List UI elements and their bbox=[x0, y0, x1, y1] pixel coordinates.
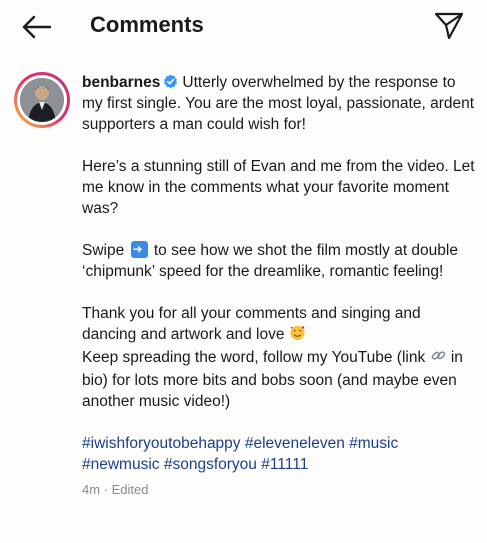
back-arrow-icon[interactable] bbox=[20, 10, 54, 44]
hashtags-line-1[interactable]: #iwishforyoutobehappy #eleveneleven #mus… bbox=[82, 433, 477, 454]
caption-paragraph-3: Swipe to see how we shot the film mostly… bbox=[82, 240, 477, 282]
page-title: Comments bbox=[90, 12, 204, 37]
keep-spreading-text: Keep spreading the word, follow my YouTu… bbox=[82, 349, 426, 366]
smiling-hearts-icon bbox=[289, 324, 306, 347]
story-ring[interactable] bbox=[14, 72, 70, 128]
caption-paragraph-1: benbarnes Utterly overwhelmed by the resp… bbox=[82, 72, 477, 135]
right-arrow-icon bbox=[130, 241, 148, 258]
thanks-text: Thank you for all your comments and sing… bbox=[82, 305, 421, 343]
link-icon bbox=[430, 347, 447, 370]
username[interactable]: benbarnes bbox=[82, 74, 160, 91]
post-timestamp: 4m · Edited bbox=[82, 482, 149, 497]
verified-badge-icon bbox=[163, 74, 178, 89]
caption-paragraph-4: Thank you for all your comments and sing… bbox=[82, 303, 477, 412]
post-caption: benbarnes Utterly overwhelmed by the resp… bbox=[82, 72, 477, 499]
send-icon[interactable] bbox=[432, 8, 466, 42]
swipe-text: Swipe bbox=[82, 242, 125, 259]
avatar[interactable] bbox=[20, 78, 64, 122]
hashtags-line-2[interactable]: #newmusic #songsforyou #11111 bbox=[82, 454, 477, 475]
hashtags: #iwishforyoutobehappy #eleveneleven #mus… bbox=[82, 433, 477, 475]
avatar-border bbox=[17, 75, 67, 125]
caption-paragraph-2: Here’s a stunning still of Evan and me f… bbox=[82, 158, 475, 217]
header-bar: Comments bbox=[0, 0, 487, 56]
